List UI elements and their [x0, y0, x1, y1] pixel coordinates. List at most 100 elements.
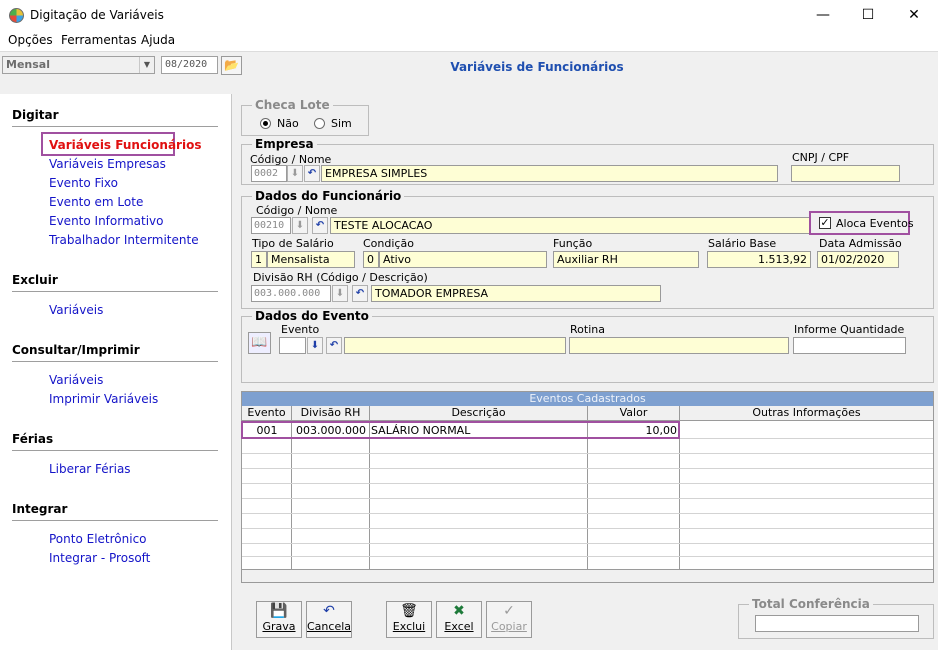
sidebar-divider: [12, 361, 218, 362]
download-icon[interactable]: ⬇: [287, 165, 303, 182]
grid-col-line: [587, 421, 588, 569]
checa-lote-legend: Checa Lote: [255, 98, 330, 112]
book-icon[interactable]: 📖: [248, 332, 271, 354]
salario-base-field[interactable]: 1.513,92: [707, 251, 811, 268]
radio-sim-label: Sim: [331, 117, 352, 130]
minimize-button[interactable]: —: [800, 0, 846, 31]
funcionario-nome-field[interactable]: TESTE ALOCACAO: [330, 217, 810, 234]
evento-label: Evento: [281, 323, 320, 336]
grava-button[interactable]: 💾 Grava: [256, 601, 302, 638]
cancela-button[interactable]: ↶ Cancela: [306, 601, 352, 638]
grid-footer: [242, 569, 933, 582]
grid-row-line: [242, 498, 933, 499]
sidebar-item-evento-informativo[interactable]: Evento Informativo: [49, 214, 164, 228]
excel-icon: ✖: [453, 603, 465, 619]
quantidade-field[interactable]: [793, 337, 906, 354]
sidebar-divider: [12, 520, 218, 521]
grid-col-line: [679, 421, 680, 569]
col-header-valor[interactable]: Valor: [588, 406, 680, 421]
funcao-field[interactable]: Auxiliar RH: [553, 251, 699, 268]
tipo-salario-field[interactable]: Mensalista: [267, 251, 355, 268]
empresa-codigo-field[interactable]: 0002: [251, 165, 287, 182]
exclui-button[interactable]: 🗑 Exclui: [386, 601, 432, 638]
grid-row-line: [242, 453, 933, 454]
sidebar-heading-digitar: Digitar: [12, 108, 59, 122]
folder-open-icon[interactable]: 📂: [221, 56, 242, 75]
data-admissao-field[interactable]: 01/02/2020: [817, 251, 899, 268]
rotina-field[interactable]: [569, 337, 789, 354]
window-title: Digitação de Variáveis: [30, 8, 164, 22]
grid-col-line: [369, 421, 370, 569]
undo-icon[interactable]: ↶: [352, 285, 368, 302]
chevron-down-icon[interactable]: ▼: [139, 57, 154, 73]
sidebar-item-integrar-prosoft[interactable]: Integrar - Prosoft: [49, 551, 150, 565]
period-date-field[interactable]: 08/2020: [161, 56, 218, 74]
sidebar-heading-ferias: Férias: [12, 432, 54, 446]
download-icon[interactable]: ⬇: [332, 285, 348, 302]
radio-sim[interactable]: [314, 118, 325, 129]
close-button[interactable]: ✕: [891, 0, 937, 31]
grid-row-line: [242, 556, 933, 557]
cnpj-label: CNPJ / CPF: [792, 151, 850, 164]
rotina-label: Rotina: [570, 323, 605, 336]
tipo-salario-label: Tipo de Salário: [252, 237, 334, 250]
check-icon: ✓: [503, 603, 515, 619]
grid-row-line: [242, 528, 933, 529]
sidebar-item-ponto-eletronico[interactable]: Ponto Eletrônico: [49, 532, 147, 546]
condicao-field[interactable]: Ativo: [379, 251, 547, 268]
total-field[interactable]: [755, 615, 919, 632]
page-title: Variáveis de Funcionários: [450, 60, 624, 74]
sidebar-item-variaveis-empresas[interactable]: Variáveis Empresas: [49, 157, 166, 171]
undo-icon[interactable]: ↶: [304, 165, 320, 182]
col-header-outras[interactable]: Outras Informações: [680, 406, 933, 421]
sidebar-item-evento-lote[interactable]: Evento em Lote: [49, 195, 143, 209]
quantidade-label: Informe Quantidade: [794, 323, 905, 336]
total-legend: Total Conferência: [752, 597, 870, 611]
sidebar-item-variaveis-funcionarios[interactable]: Variáveis Funcionários: [49, 138, 201, 152]
funcao-label: Função: [553, 237, 593, 250]
download-icon[interactable]: ⬇: [292, 217, 308, 234]
aloca-eventos-label: Aloca Eventos: [836, 217, 914, 230]
evento-code-field[interactable]: [279, 337, 306, 354]
save-icon: 💾: [270, 603, 288, 619]
col-header-evento[interactable]: Evento: [242, 406, 292, 421]
funcionario-codigo-field[interactable]: 00210: [251, 217, 291, 234]
divisao-descricao-field[interactable]: TOMADOR EMPRESA: [371, 285, 661, 302]
undo-icon[interactable]: ↶: [312, 217, 328, 234]
sidebar-divider: [12, 126, 218, 127]
sidebar-item-excluir-variaveis[interactable]: Variáveis: [49, 303, 103, 317]
tipo-salario-code[interactable]: 1: [251, 251, 267, 268]
menu-opcoes[interactable]: Opções: [8, 33, 53, 47]
sidebar-item-imprimir-variaveis[interactable]: Imprimir Variáveis: [49, 392, 158, 406]
sidebar-divider: [12, 450, 218, 451]
condicao-code[interactable]: 0: [363, 251, 379, 268]
sidebar-item-liberar-ferias[interactable]: Liberar Férias: [49, 462, 131, 476]
menu-ajuda[interactable]: Ajuda: [141, 33, 175, 47]
empresa-nome-field[interactable]: EMPRESA SIMPLES: [321, 165, 778, 182]
sidebar-item-trabalhador-intermitente[interactable]: Trabalhador Intermitente: [49, 233, 199, 247]
col-header-divisao[interactable]: Divisão RH: [292, 406, 370, 421]
radio-nao[interactable]: [260, 118, 271, 129]
col-header-descricao[interactable]: Descrição: [370, 406, 588, 421]
sidebar-item-evento-fixo[interactable]: Evento Fixo: [49, 176, 118, 190]
aloca-eventos-checkbox[interactable]: ✓: [819, 217, 831, 229]
copiar-button[interactable]: ✓ Copiar: [486, 601, 532, 638]
evento-legend: Dados do Evento: [255, 309, 369, 323]
menu-ferramentas[interactable]: Ferramentas: [61, 33, 137, 47]
excel-button[interactable]: ✖ Excel: [436, 601, 482, 638]
cell-outras[interactable]: [681, 423, 931, 438]
sidebar-item-consultar-variaveis[interactable]: Variáveis: [49, 373, 103, 387]
grava-label: Grava: [262, 620, 296, 633]
undo-icon[interactable]: ↶: [326, 337, 342, 354]
download-icon[interactable]: ⬇: [307, 337, 323, 354]
maximize-button[interactable]: ☐: [845, 0, 891, 31]
cnpj-field[interactable]: [791, 165, 900, 182]
grid-row-line: [242, 543, 933, 544]
divisao-codigo-field[interactable]: 003.000.000: [251, 285, 331, 302]
undo-icon: ↶: [323, 603, 335, 619]
excel-label: Excel: [444, 620, 474, 633]
period-select[interactable]: Mensal: [2, 56, 155, 74]
trash-icon: 🗑: [400, 603, 418, 619]
radio-nao-label: Não: [277, 117, 299, 130]
evento-descricao-field[interactable]: [344, 337, 566, 354]
